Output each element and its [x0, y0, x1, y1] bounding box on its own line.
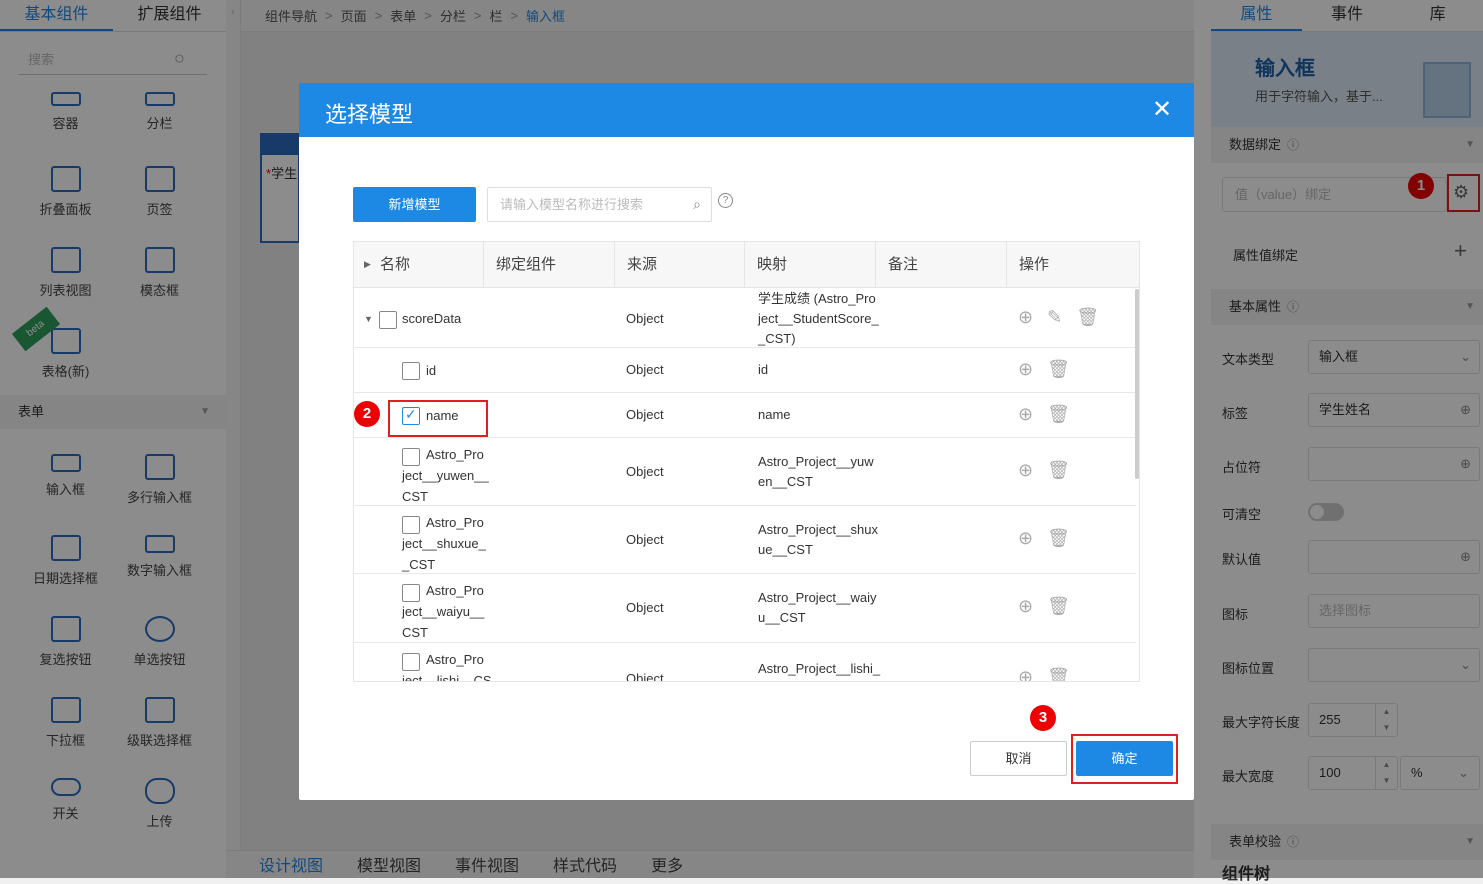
- column-header-mapping: 映射: [745, 242, 876, 288]
- add-circle-icon[interactable]: ⊕: [1018, 404, 1047, 424]
- add-model-button[interactable]: 新增模型: [353, 187, 476, 222]
- table-header: 名称 ▶ 绑定组件 来源 映射 备注 操作: [354, 242, 1139, 288]
- table-row[interactable]: id Object id ⊕🗑: [354, 348, 1136, 393]
- row-checkbox[interactable]: [402, 362, 420, 380]
- step-badge-2: 2: [354, 401, 380, 427]
- row-checkbox[interactable]: [379, 311, 397, 329]
- step-badge-3: 3: [1030, 705, 1056, 731]
- column-header-remark: 备注: [876, 242, 1007, 288]
- table-row[interactable]: Astro_Pro ject__shuxue_ _CST Object Astr…: [354, 506, 1136, 574]
- model-search-input[interactable]: 请输入模型名称进行搜索 ⌕: [487, 187, 712, 222]
- add-circle-icon[interactable]: ⊕: [1018, 596, 1047, 616]
- column-header-actions: 操作: [1019, 256, 1050, 273]
- expand-icon[interactable]: ▶: [364, 259, 371, 270]
- edit-icon[interactable]: ✎: [1047, 307, 1076, 327]
- column-header-source: 来源: [615, 242, 745, 288]
- dialog-header: [299, 83, 1194, 137]
- close-icon[interactable]: ✕: [1152, 95, 1172, 124]
- trash-icon[interactable]: 🗑: [1047, 596, 1084, 616]
- column-header-name: 名称: [354, 242, 484, 288]
- add-circle-icon[interactable]: ⊕: [1018, 460, 1047, 480]
- table-scrollbar[interactable]: [1135, 289, 1139, 479]
- add-circle-icon[interactable]: ⊕: [1018, 359, 1047, 379]
- search-icon[interactable]: ⌕: [693, 188, 701, 221]
- trash-icon[interactable]: 🗑: [1047, 460, 1084, 480]
- model-table: 名称 ▶ 绑定组件 来源 映射 备注 操作 ▼ scoreData Object…: [353, 241, 1140, 682]
- dialog-title: 选择模型: [325, 102, 414, 127]
- add-circle-icon[interactable]: ⊕: [1018, 307, 1047, 327]
- add-circle-icon[interactable]: ⊕: [1018, 528, 1047, 548]
- collapse-icon[interactable]: ▼: [364, 314, 373, 324]
- highlight-box: [388, 400, 488, 437]
- table-row[interactable]: Astro_Pro ject__lishi__CS Object Astro_P…: [354, 643, 1136, 681]
- help-icon: ?: [718, 193, 733, 208]
- trash-icon[interactable]: 🗑: [1047, 359, 1084, 379]
- trash-icon[interactable]: 🗑: [1076, 307, 1113, 327]
- trash-icon[interactable]: 🗑: [1047, 667, 1084, 681]
- table-row[interactable]: Astro_Pro ject__yuwen__ CST Object Astro…: [354, 438, 1136, 506]
- cancel-button[interactable]: 取消: [970, 741, 1067, 776]
- trash-icon[interactable]: 🗑: [1047, 404, 1084, 424]
- select-model-dialog: 选择模型 ✕ 新增模型 请输入模型名称进行搜索 ⌕ ? 名称 ▶ 绑定组件 来源 …: [299, 83, 1194, 800]
- table-row[interactable]: Astro_Pro ject__waiyu__ CST Object Astro…: [354, 574, 1136, 643]
- table-row[interactable]: ▼ scoreData Object 学生成绩 (Astro_Pro ject_…: [354, 289, 1136, 348]
- add-circle-icon[interactable]: ⊕: [1018, 667, 1047, 681]
- column-header-bound: 绑定组件: [484, 242, 615, 288]
- highlight-box: [1071, 734, 1178, 784]
- trash-icon[interactable]: 🗑: [1047, 528, 1084, 548]
